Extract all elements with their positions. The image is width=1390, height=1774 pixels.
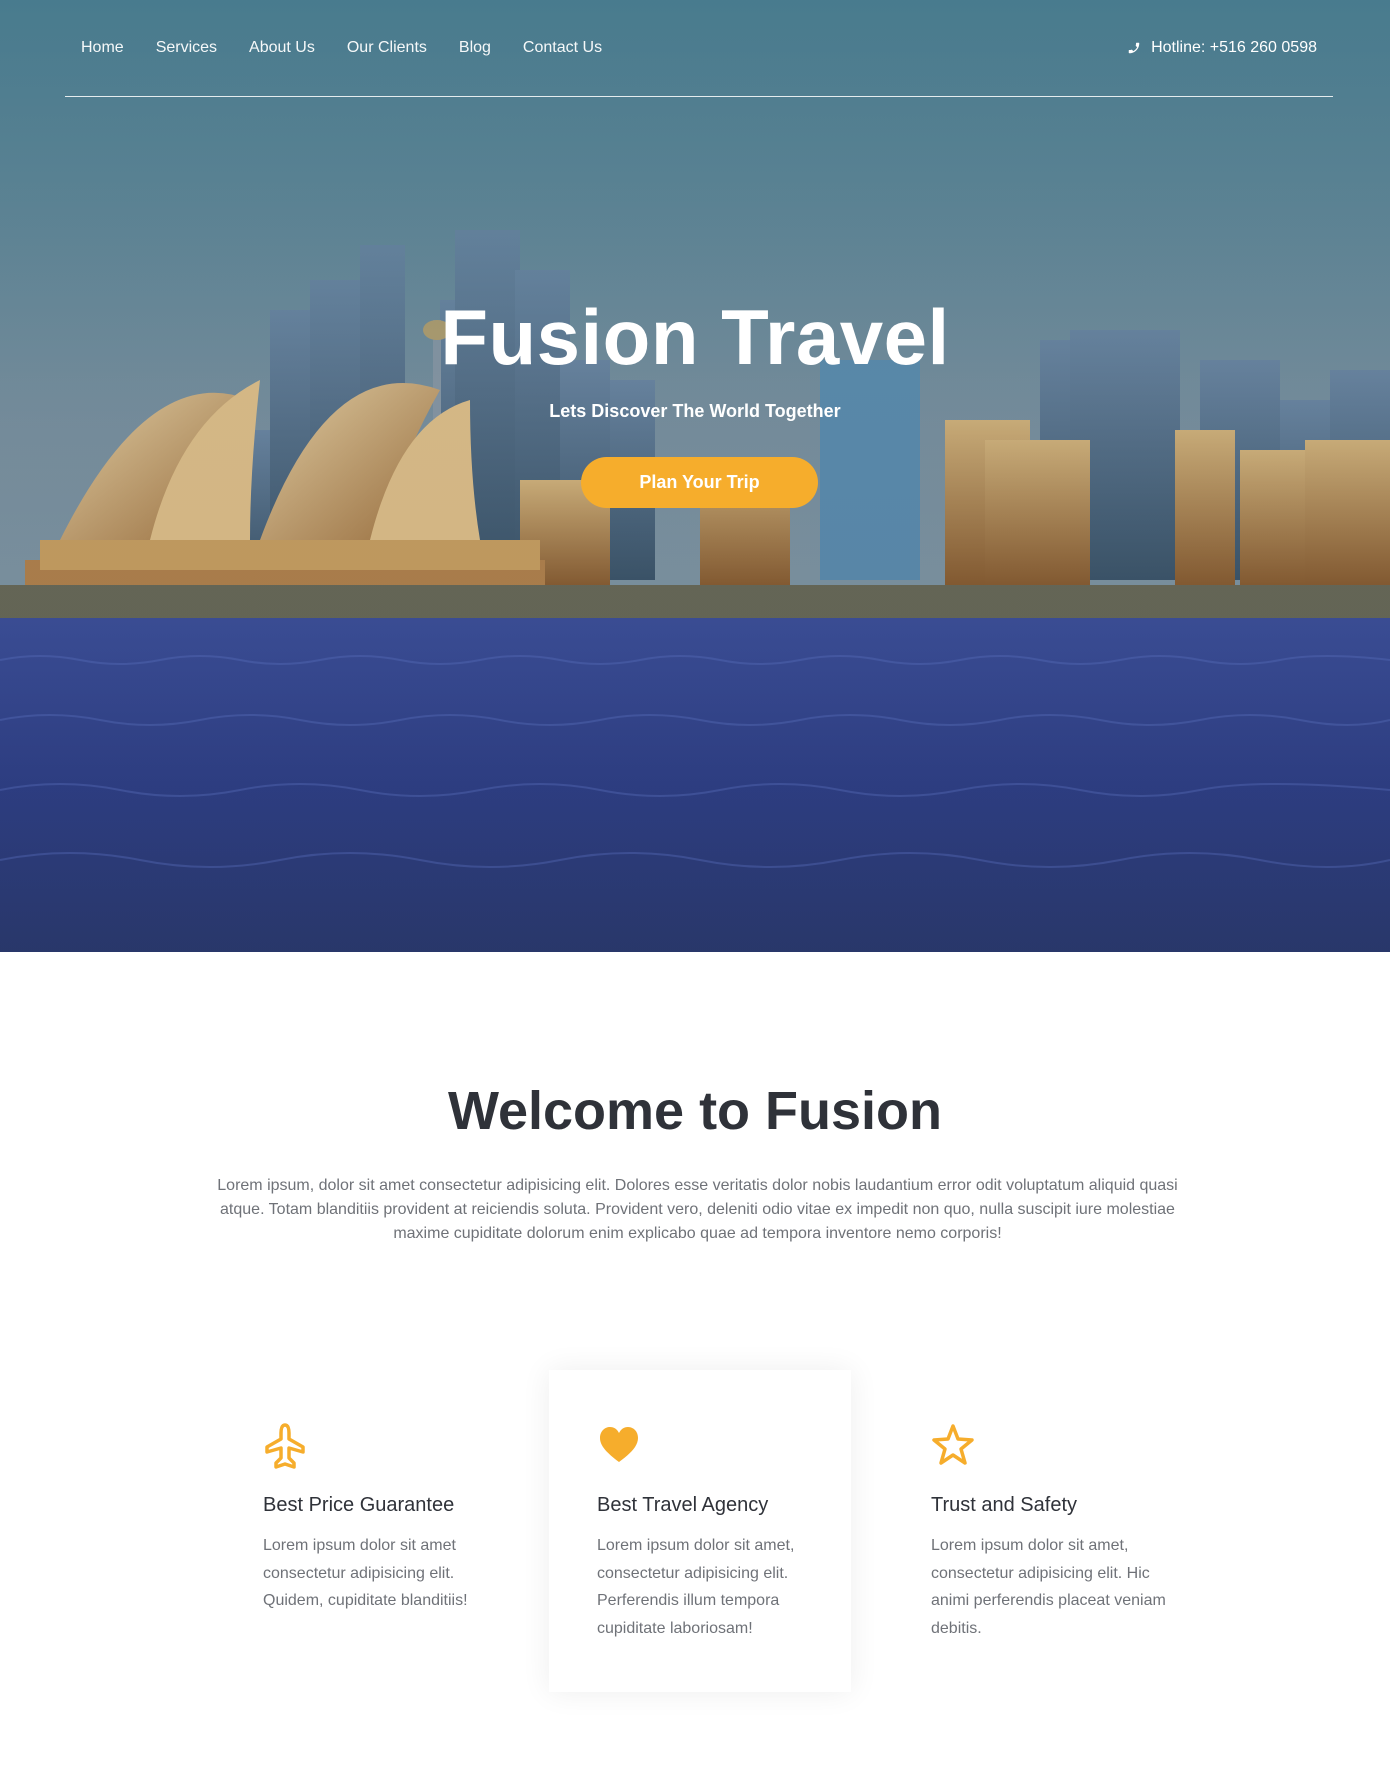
star-icon bbox=[932, 1424, 974, 1465]
feature-card-agency: Best Travel Agency Lorem ipsum dolor sit… bbox=[549, 1370, 851, 1692]
feature-text: Lorem ipsum dolor sit amet, consectetur … bbox=[597, 1537, 795, 1637]
welcome-text: Lorem ipsum, dolor sit amet consectetur … bbox=[217, 1177, 1178, 1242]
phone-icon bbox=[1128, 42, 1140, 54]
feature-card-price: Best Price Guarantee Lorem ipsum dolor s… bbox=[215, 1370, 517, 1692]
hero-section: Home Services About Us Our Clients Blog … bbox=[0, 0, 1390, 952]
main-nav: Home Services About Us Our Clients Blog … bbox=[0, 0, 1390, 98]
feature-title: Best Travel Agency bbox=[597, 1494, 769, 1516]
feature-text: Lorem ipsum dolor sit amet consectetur a… bbox=[263, 1537, 468, 1609]
airplane-icon bbox=[265, 1423, 305, 1469]
nav-about-us[interactable]: About Us bbox=[233, 37, 331, 59]
feature-title: Best Price Guarantee bbox=[263, 1494, 455, 1516]
heart-icon bbox=[600, 1427, 638, 1462]
hero-title: Fusion Travel bbox=[440, 293, 950, 381]
features-section: Best Price Guarantee Lorem ipsum dolor s… bbox=[0, 1370, 1390, 1700]
feature-text: Lorem ipsum dolor sit amet, consectetur … bbox=[931, 1537, 1166, 1637]
nav-blog[interactable]: Blog bbox=[443, 37, 507, 59]
nav-links: Home Services About Us Our Clients Blog … bbox=[65, 37, 618, 59]
welcome-title: Welcome to Fusion bbox=[447, 1081, 943, 1141]
nav-contact-us[interactable]: Contact Us bbox=[507, 37, 618, 59]
hotline-text: Hotline: +516 260 0598 bbox=[1151, 39, 1317, 56]
feature-title: Trust and Safety bbox=[931, 1494, 1077, 1516]
feature-card-safety: Trust and Safety Lorem ipsum dolor sit a… bbox=[883, 1370, 1185, 1692]
nav-home[interactable]: Home bbox=[65, 37, 140, 59]
hero-subtitle: Lets Discover The World Together bbox=[549, 401, 841, 421]
nav-services[interactable]: Services bbox=[140, 37, 233, 59]
hotline[interactable]: Hotline: +516 260 0598 bbox=[1127, 37, 1317, 59]
nav-divider bbox=[65, 96, 1333, 97]
plan-your-trip-button[interactable]: Plan Your Trip bbox=[581, 457, 818, 508]
nav-our-clients[interactable]: Our Clients bbox=[331, 37, 443, 59]
